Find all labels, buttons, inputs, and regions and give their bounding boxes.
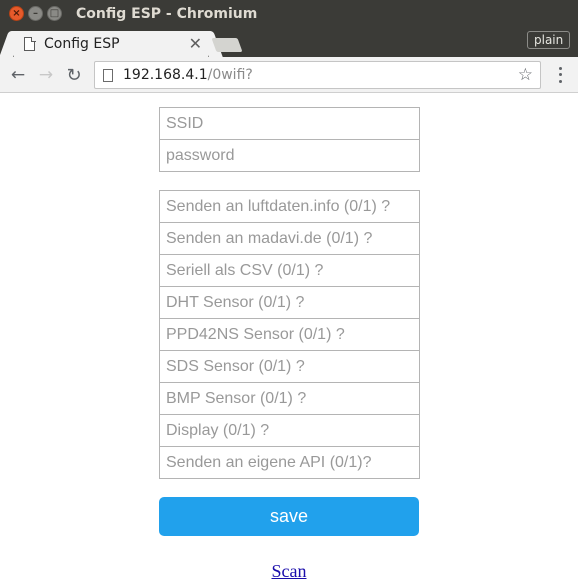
new-tab-button[interactable]: [211, 38, 243, 52]
save-button[interactable]: save: [159, 497, 419, 536]
menu-dots-icon[interactable]: [557, 65, 563, 85]
browser-toolbar: ← → ↻ 192.168.4.1/0wifi? ☆: [0, 57, 578, 93]
sds-sensor-input[interactable]: SDS Sensor (0/1) ?: [159, 350, 420, 383]
display-input[interactable]: Display (0/1) ?: [159, 414, 420, 447]
page-content: SSID password Senden an luftdaten.info (…: [0, 94, 578, 585]
bookmark-star-icon[interactable]: ☆: [518, 65, 533, 85]
browser-window: × – □ Config ESP - Chromium Config ESP ✕…: [0, 0, 578, 585]
document-icon: [24, 36, 36, 51]
luftdaten-input[interactable]: Senden an luftdaten.info (0/1) ?: [159, 190, 420, 223]
window-title: Config ESP - Chromium: [76, 6, 258, 22]
close-icon[interactable]: ✕: [189, 34, 202, 53]
address-bar[interactable]: 192.168.4.1/0wifi? ☆: [94, 61, 541, 89]
back-arrow-icon[interactable]: ←: [8, 65, 28, 85]
tab-title: Config ESP: [44, 36, 120, 52]
profile-badge[interactable]: plain: [527, 31, 571, 49]
page-info-icon[interactable]: [103, 69, 113, 82]
window-maximize-icon[interactable]: □: [47, 6, 62, 21]
window-close-icon[interactable]: ×: [9, 6, 24, 21]
bmp-sensor-input[interactable]: BMP Sensor (0/1) ?: [159, 382, 420, 415]
scan-link[interactable]: Scan: [0, 561, 578, 582]
url-host: 192.168.4.1: [123, 67, 208, 83]
window-controls: × – □: [9, 6, 62, 21]
url-path: /0wifi?: [207, 67, 253, 83]
forward-arrow-icon[interactable]: →: [36, 65, 56, 85]
serial-csv-input[interactable]: Seriell als CSV (0/1) ?: [159, 254, 420, 287]
password-input[interactable]: password: [159, 139, 420, 172]
custom-api-input[interactable]: Senden an eigene API (0/1)?: [159, 446, 420, 479]
dht-sensor-input[interactable]: DHT Sensor (0/1) ?: [159, 286, 420, 319]
ssid-input[interactable]: SSID: [159, 107, 420, 140]
tab-strip: Config ESP ✕: [0, 29, 578, 57]
title-bar: × – □ Config ESP - Chromium: [0, 0, 578, 29]
tab-config-esp[interactable]: Config ESP ✕: [14, 31, 208, 57]
window-minimize-icon[interactable]: –: [28, 6, 43, 21]
url-text[interactable]: 192.168.4.1/0wifi?: [123, 67, 253, 83]
madavi-input[interactable]: Senden an madavi.de (0/1) ?: [159, 222, 420, 255]
reload-icon[interactable]: ↻: [64, 65, 84, 86]
ppd42ns-sensor-input[interactable]: PPD42NS Sensor (0/1) ?: [159, 318, 420, 351]
